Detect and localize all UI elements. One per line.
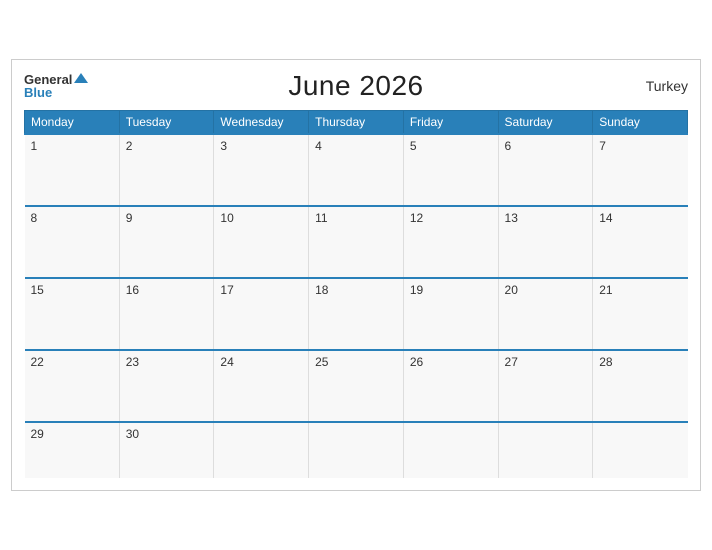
day-number: 6	[505, 139, 512, 153]
day-number: 26	[410, 355, 423, 369]
calendar-week-row: 15 16 17 18 19 20 21	[25, 278, 688, 350]
calendar-day-cell	[498, 422, 593, 478]
calendar-day-cell: 30	[119, 422, 214, 478]
day-number: 23	[126, 355, 139, 369]
day-number: 24	[220, 355, 233, 369]
day-number: 15	[31, 283, 44, 297]
weekday-header-row: MondayTuesdayWednesdayThursdayFridaySatu…	[25, 111, 688, 135]
calendar-week-row: 29 30	[25, 422, 688, 478]
calendar-day-cell: 26	[403, 350, 498, 422]
calendar-day-cell	[403, 422, 498, 478]
logo: General Blue	[24, 73, 88, 99]
weekday-header-wednesday: Wednesday	[214, 111, 309, 135]
day-number: 20	[505, 283, 518, 297]
day-number: 4	[315, 139, 322, 153]
calendar-day-cell: 21	[593, 278, 688, 350]
calendar-thead: MondayTuesdayWednesdayThursdayFridaySatu…	[25, 111, 688, 135]
weekday-header-saturday: Saturday	[498, 111, 593, 135]
calendar-day-cell: 11	[309, 206, 404, 278]
day-number: 5	[410, 139, 417, 153]
calendar-day-cell: 13	[498, 206, 593, 278]
calendar-day-cell: 6	[498, 134, 593, 206]
month-title: June 2026	[288, 70, 423, 102]
calendar-day-cell: 25	[309, 350, 404, 422]
calendar-day-cell: 1	[25, 134, 120, 206]
calendar-day-cell: 14	[593, 206, 688, 278]
calendar-week-row: 8 9 10 11 12 13 14	[25, 206, 688, 278]
calendar-day-cell: 18	[309, 278, 404, 350]
logo-blue-text: Blue	[24, 86, 88, 99]
day-number: 14	[599, 211, 612, 225]
day-number: 16	[126, 283, 139, 297]
calendar-body: 1234567891011121314151617181920212223242…	[25, 134, 688, 478]
day-number: 18	[315, 283, 328, 297]
calendar-day-cell: 12	[403, 206, 498, 278]
day-number: 2	[126, 139, 133, 153]
calendar-day-cell: 10	[214, 206, 309, 278]
day-number: 29	[31, 427, 44, 441]
weekday-header-tuesday: Tuesday	[119, 111, 214, 135]
day-number: 10	[220, 211, 233, 225]
calendar-day-cell: 29	[25, 422, 120, 478]
calendar-container: General Blue June 2026 Turkey MondayTues…	[11, 59, 701, 491]
country-label: Turkey	[646, 78, 688, 94]
day-number: 11	[315, 211, 327, 225]
day-number: 27	[505, 355, 518, 369]
calendar-week-row: 1 2 3 4 5 6 7	[25, 134, 688, 206]
day-number: 17	[220, 283, 233, 297]
calendar-grid: MondayTuesdayWednesdayThursdayFridaySatu…	[24, 110, 688, 478]
calendar-day-cell: 4	[309, 134, 404, 206]
day-number: 7	[599, 139, 606, 153]
calendar-day-cell	[214, 422, 309, 478]
calendar-day-cell	[593, 422, 688, 478]
day-number: 28	[599, 355, 612, 369]
calendar-day-cell: 23	[119, 350, 214, 422]
calendar-day-cell: 27	[498, 350, 593, 422]
calendar-day-cell: 16	[119, 278, 214, 350]
calendar-day-cell: 5	[403, 134, 498, 206]
day-number: 30	[126, 427, 139, 441]
day-number: 12	[410, 211, 423, 225]
calendar-day-cell: 15	[25, 278, 120, 350]
weekday-header-friday: Friday	[403, 111, 498, 135]
weekday-header-monday: Monday	[25, 111, 120, 135]
calendar-day-cell: 17	[214, 278, 309, 350]
calendar-day-cell	[309, 422, 404, 478]
calendar-day-cell: 3	[214, 134, 309, 206]
day-number: 8	[31, 211, 38, 225]
weekday-header-thursday: Thursday	[309, 111, 404, 135]
day-number: 21	[599, 283, 612, 297]
day-number: 22	[31, 355, 44, 369]
calendar-week-row: 22 23 24 25 26 27 28	[25, 350, 688, 422]
day-number: 19	[410, 283, 423, 297]
weekday-header-sunday: Sunday	[593, 111, 688, 135]
day-number: 25	[315, 355, 328, 369]
calendar-day-cell: 19	[403, 278, 498, 350]
day-number: 3	[220, 139, 227, 153]
calendar-day-cell: 24	[214, 350, 309, 422]
calendar-day-cell: 9	[119, 206, 214, 278]
logo-triangle-icon	[74, 73, 88, 83]
calendar-day-cell: 2	[119, 134, 214, 206]
calendar-header: General Blue June 2026 Turkey	[24, 70, 688, 102]
calendar-day-cell: 7	[593, 134, 688, 206]
day-number: 1	[31, 139, 38, 153]
calendar-day-cell: 20	[498, 278, 593, 350]
calendar-day-cell: 22	[25, 350, 120, 422]
day-number: 9	[126, 211, 133, 225]
day-number: 13	[505, 211, 518, 225]
calendar-day-cell: 8	[25, 206, 120, 278]
calendar-day-cell: 28	[593, 350, 688, 422]
